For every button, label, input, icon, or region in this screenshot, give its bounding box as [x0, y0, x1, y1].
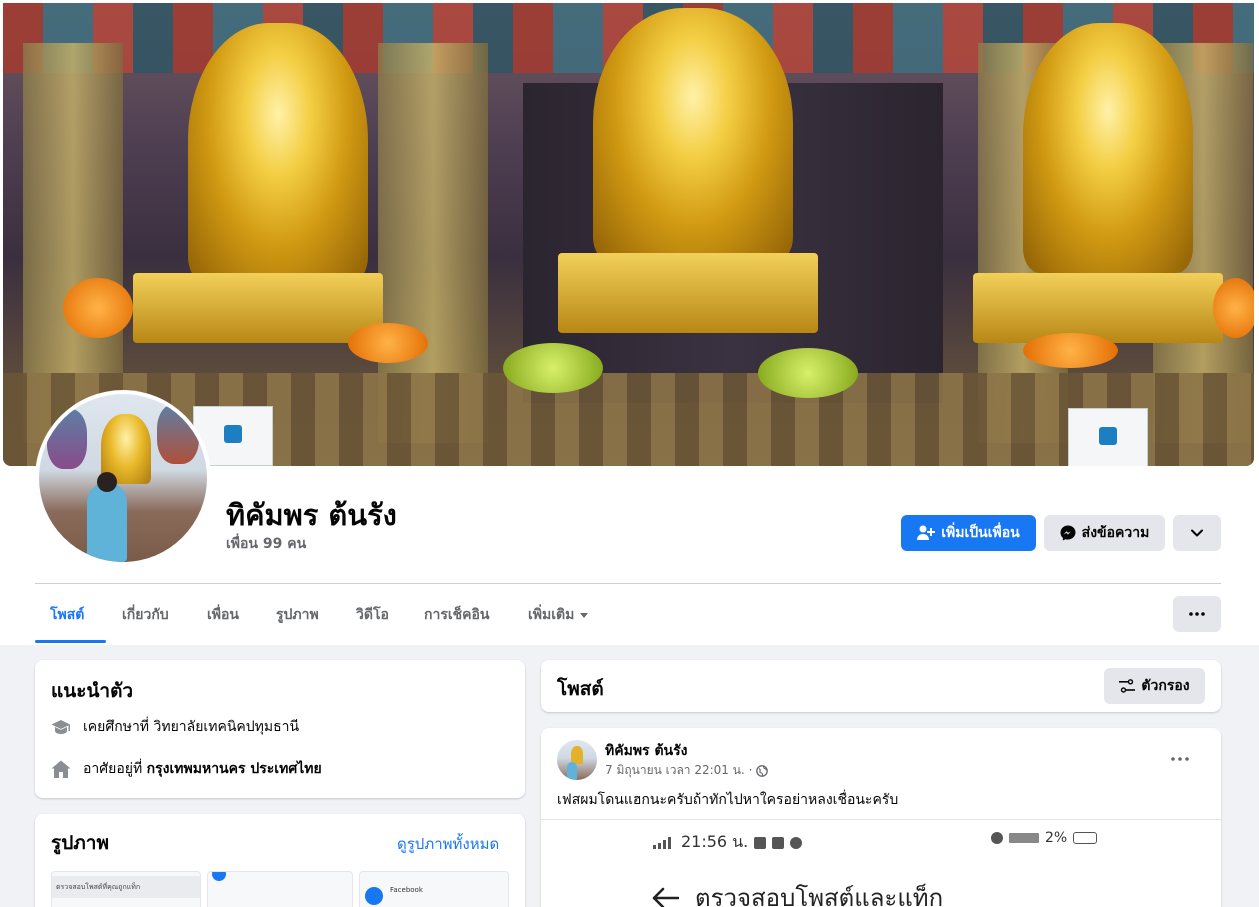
thumb3-title: Facebook — [390, 886, 423, 894]
education-value[interactable]: วิทยาลัยเทคนิคปทุมธานี — [154, 719, 300, 735]
message-button[interactable]: ส่งข้อความ — [1044, 515, 1165, 551]
intro-title: แนะนำตัว — [51, 680, 134, 702]
education-prefix: เคยศึกษาที่ — [83, 719, 150, 735]
see-all-photos-link[interactable]: ดูรูปภาพทั้งหมด — [397, 832, 499, 856]
avatar-decoration — [47, 409, 87, 469]
cover-decoration — [63, 278, 133, 338]
messenger-icon — [1060, 525, 1076, 541]
phone-battery: 2% — [1045, 830, 1068, 846]
cover-decoration — [1068, 408, 1148, 466]
phone-screen-title: ตรวจสอบโพสต์และแท็ก — [651, 878, 943, 907]
phone-time: 21:56 น. — [681, 832, 749, 851]
post-card: ทิคัมพร ต้นรัง 7 มิถุนายน เวลา 22:01 น. … — [541, 728, 1221, 907]
avatar-decoration — [97, 472, 117, 492]
photo-thumbnail[interactable]: Facebook — [359, 871, 509, 907]
tab-about[interactable]: เกี่ยวกับ — [122, 604, 169, 626]
photos-card: รูปภาพ ดูรูปภาพทั้งหมด ตรวจสอบโพสต์ที่คุ… — [35, 814, 525, 907]
header-divider — [35, 583, 1221, 584]
caret-down-icon — [580, 612, 589, 618]
avatar-decoration — [157, 404, 199, 464]
chrome-icon — [790, 836, 803, 849]
alarm-icon — [991, 832, 1003, 844]
add-friend-icon — [917, 525, 936, 540]
photo-thumbnail[interactable]: ตรวจสอบโพสต์ที่คุณถูกแท็ก — [51, 871, 201, 907]
ellipsis-icon — [1189, 612, 1205, 616]
tab-more[interactable]: เพิ่มเติม — [528, 604, 589, 626]
avatar-decoration — [87, 482, 127, 562]
network-icon — [1009, 833, 1039, 843]
lives-value[interactable]: กรุงเทพมหานคร ประเทศไทย — [147, 761, 322, 777]
photos-title: รูปภาพ — [51, 832, 109, 854]
cover-decoration — [1023, 23, 1193, 273]
post-author-avatar[interactable] — [557, 740, 597, 780]
tabs-more-button[interactable] — [1173, 596, 1221, 632]
globe-icon — [756, 764, 769, 777]
cover-decoration — [973, 273, 1223, 343]
cover-decoration — [188, 23, 368, 283]
photo-thumbnail[interactable] — [207, 871, 353, 907]
mail-icon — [754, 836, 767, 849]
message-label: ส่งข้อความ — [1081, 525, 1150, 541]
cover-decoration — [1023, 333, 1118, 368]
filter-label: ตัวกรอง — [1141, 678, 1190, 694]
battery-icon — [1073, 832, 1098, 844]
chevron-down-icon — [1191, 529, 1203, 537]
posts-title: โพสต์ — [557, 678, 604, 700]
cover-decoration — [593, 8, 793, 263]
avatar-decoration — [567, 762, 577, 780]
tab-videos[interactable]: วิดีโอ — [356, 604, 389, 626]
signal-icon — [653, 836, 671, 849]
cover-decoration — [133, 273, 383, 343]
profile-avatar[interactable] — [35, 390, 211, 566]
cover-decoration — [348, 323, 428, 363]
bag-icon — [772, 836, 785, 849]
add-friend-label: เพิ่มเป็นเพื่อน — [941, 525, 1020, 541]
filter-button[interactable]: ตัวกรอง — [1104, 668, 1205, 704]
more-options-button[interactable] — [1173, 515, 1221, 551]
tab-posts[interactable]: โพสต์ — [50, 604, 84, 626]
post-author-name[interactable]: ทิคัมพร ต้นรัง — [605, 740, 687, 762]
phone-screen-title-text: ตรวจสอบโพสต์และแท็ก — [695, 884, 944, 907]
cover-decoration — [558, 253, 818, 333]
graduation-cap-icon — [51, 720, 70, 734]
cover-decoration — [503, 343, 603, 393]
tab-photos[interactable]: รูปภาพ — [276, 604, 319, 626]
tab-checkins[interactable]: การเช็คอิน — [424, 604, 490, 626]
add-friend-button[interactable]: เพิ่มเป็นเพื่อน — [901, 515, 1036, 551]
ellipsis-icon — [1171, 757, 1189, 761]
post-meta: 7 มิถุนายน เวลา 22:01 น. · — [605, 761, 769, 780]
intro-lives-in: อาศัยอยู่ที่ กรุงเทพมหานคร ประเทศไทย — [51, 758, 322, 780]
phone-status-left: 21:56 น. — [653, 830, 803, 855]
cover-decoration — [758, 348, 858, 398]
facebook-icon — [365, 887, 383, 905]
thumb1-caption: ตรวจสอบโพสต์ที่คุณถูกแท็ก — [52, 876, 200, 898]
facebook-icon — [212, 872, 226, 881]
phone-status-right: 2% — [991, 830, 1098, 846]
cover-photo[interactable] — [3, 3, 1254, 466]
post-text: เฟสผมโดนแฮกนะครับถ้าทักไปหาใครอย่าหลงเชื… — [557, 792, 899, 808]
filter-icon — [1119, 679, 1136, 693]
back-arrow-icon — [652, 887, 679, 907]
tab-friends[interactable]: เพื่อน — [207, 604, 239, 626]
post-options-button[interactable] — [1171, 746, 1189, 765]
tab-more-label: เพิ่มเติม — [528, 607, 575, 623]
intro-education: เคยศึกษาที่ วิทยาลัยเทคนิคปทุมธานี — [51, 716, 299, 738]
friends-count[interactable]: เพื่อน 99 คน — [226, 533, 306, 555]
lives-prefix: อาศัยอยู่ที่ — [83, 761, 143, 777]
intro-card: แนะนำตัว เคยศึกษาที่ วิทยาลัยเทคนิคปทุมธ… — [35, 660, 525, 798]
avatar-image — [39, 394, 207, 562]
cover-decoration — [1213, 278, 1254, 338]
post-image[interactable]: 21:56 น. 2% ตรวจสอบโพสต์และแท็ก — [541, 819, 1221, 907]
post-timestamp[interactable]: 7 มิถุนายน เวลา 22:01 น. · — [605, 761, 752, 780]
active-tab-indicator — [35, 640, 106, 643]
profile-name: ทิคัมพร ต้นรัง — [226, 498, 397, 532]
home-icon — [51, 760, 71, 778]
posts-header-card: โพสต์ ตัวกรอง — [541, 660, 1221, 712]
